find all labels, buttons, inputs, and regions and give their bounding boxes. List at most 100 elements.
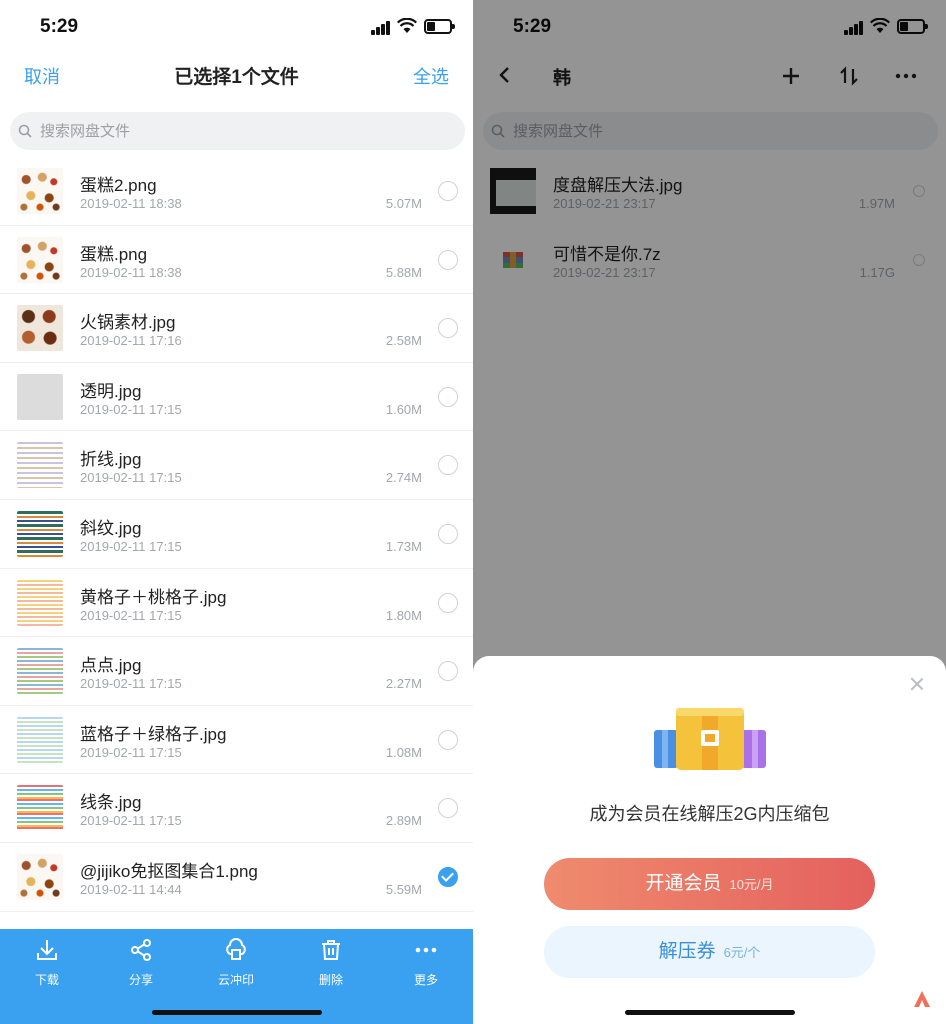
page-title: 已选择1个文件 bbox=[174, 67, 299, 88]
file-row[interactable]: 可惜不是你.7z 2019-02-21 23:17 1.17G bbox=[473, 226, 946, 295]
status-bar: 5:29 bbox=[473, 0, 946, 56]
file-size: 1.97M bbox=[858, 196, 895, 211]
file-name: 可惜不是你.7z bbox=[553, 244, 661, 264]
select-checkbox[interactable] bbox=[438, 318, 458, 339]
add-icon[interactable] bbox=[778, 63, 804, 89]
unzip-voucher-button[interactable]: 解压券 6元/个 bbox=[544, 926, 875, 978]
open-vip-button[interactable]: 开通会员 10元/月 bbox=[544, 858, 875, 910]
cloud-print-icon bbox=[226, 938, 246, 960]
battery-icon bbox=[897, 19, 928, 34]
file-thumbnail bbox=[17, 648, 63, 695]
download-label: 下载 bbox=[34, 973, 59, 987]
more-icon[interactable] bbox=[893, 63, 919, 89]
file-date: 2019-02-21 23:17 bbox=[553, 264, 656, 280]
file-size: 1.17G bbox=[859, 264, 895, 280]
more-icon bbox=[415, 947, 437, 953]
unzip-message: 成为会员在线解压2G内压缩包 bbox=[589, 804, 830, 824]
file-date: 2019-02-11 17:16 bbox=[80, 333, 182, 349]
cloud-print-label: 云冲印 bbox=[217, 973, 254, 987]
select-checkbox[interactable] bbox=[913, 253, 925, 266]
select-all-button[interactable]: 全选 bbox=[413, 63, 449, 89]
select-checkbox-checked[interactable] bbox=[438, 866, 458, 887]
file-row[interactable]: 点点.jpg 2019-02-11 17:15 2.27M bbox=[0, 637, 473, 706]
file-row[interactable]: 黄格子＋桃格子.jpg 2019-02-11 17:15 1.80M bbox=[0, 569, 473, 638]
file-row[interactable]: 折线.jpg 2019-02-11 17:15 2.74M bbox=[0, 431, 473, 500]
search-icon bbox=[491, 124, 505, 138]
share-button[interactable]: 分享 bbox=[111, 937, 171, 988]
cancel-button[interactable]: 取消 bbox=[24, 63, 60, 89]
search-input[interactable] bbox=[513, 112, 913, 150]
select-checkbox[interactable] bbox=[438, 249, 458, 270]
file-name: 度盘解压大法.jpg bbox=[553, 176, 683, 195]
select-checkbox[interactable] bbox=[438, 386, 458, 407]
unzip-voucher-label: 解压券 bbox=[658, 941, 716, 962]
file-name: 点点.jpg bbox=[80, 656, 142, 676]
file-name: 黄格子＋桃格子.jpg bbox=[80, 587, 227, 607]
file-size: 2.27M bbox=[385, 676, 422, 692]
file-thumbnail bbox=[17, 510, 63, 557]
wifi-icon bbox=[397, 18, 417, 33]
file-thumbnail bbox=[17, 785, 63, 832]
file-thumbnail bbox=[17, 373, 63, 420]
file-name: 折线.jpg bbox=[80, 450, 142, 470]
unzip-voucher-price: 6元/个 bbox=[723, 945, 761, 960]
file-date: 2019-02-11 17:15 bbox=[80, 607, 182, 623]
close-icon[interactable] bbox=[909, 676, 925, 692]
select-checkbox[interactable] bbox=[438, 661, 458, 682]
file-date: 2019-02-11 17:15 bbox=[80, 676, 182, 692]
file-row[interactable]: @jijiko免抠图集合1.png 2019-02-11 14:44 5.59M bbox=[0, 843, 473, 912]
file-thumbnail bbox=[490, 168, 536, 214]
status-time: 5:29 bbox=[40, 16, 79, 37]
cloud-print-button[interactable]: 云冲印 bbox=[206, 937, 266, 988]
file-date: 2019-02-11 17:15 bbox=[80, 538, 182, 554]
home-indicator bbox=[625, 1010, 795, 1015]
status-time: 5:29 bbox=[513, 16, 552, 37]
select-checkbox[interactable] bbox=[438, 592, 458, 613]
share-icon bbox=[131, 939, 151, 961]
file-size: 5.59M bbox=[385, 881, 422, 897]
file-row[interactable]: 透明.jpg 2019-02-11 17:15 1.60M bbox=[0, 363, 473, 432]
search-input[interactable] bbox=[40, 112, 440, 150]
file-size: 5.88M bbox=[385, 264, 422, 280]
search-icon bbox=[18, 124, 32, 138]
file-list: 蛋糕2.png 2019-02-11 18:38 5.07M 蛋糕.png 20… bbox=[0, 157, 473, 912]
file-row[interactable]: 火锅素材.jpg 2019-02-11 17:16 2.58M bbox=[0, 294, 473, 363]
back-arrow-icon[interactable] bbox=[493, 63, 517, 87]
file-thumbnail bbox=[17, 236, 63, 283]
file-row[interactable]: 度盘解压大法.jpg 2019-02-21 23:17 1.97M bbox=[473, 157, 946, 226]
delete-button[interactable]: 删除 bbox=[301, 937, 361, 988]
search-bar[interactable] bbox=[483, 112, 938, 150]
select-checkbox[interactable] bbox=[913, 185, 925, 197]
file-date: 2019-02-11 17:15 bbox=[80, 744, 182, 760]
sort-icon[interactable] bbox=[836, 63, 862, 89]
watermark-logo-icon bbox=[914, 991, 930, 1007]
file-size: 5.07M bbox=[385, 196, 422, 211]
select-checkbox[interactable] bbox=[438, 455, 458, 476]
file-row[interactable]: 蛋糕.png 2019-02-11 18:38 5.88M bbox=[0, 226, 473, 295]
select-checkbox[interactable] bbox=[438, 729, 458, 750]
file-thumbnail bbox=[17, 168, 63, 214]
file-size: 1.73M bbox=[385, 538, 422, 554]
file-row[interactable]: 斜纹.jpg 2019-02-11 17:15 1.73M bbox=[0, 500, 473, 569]
file-row[interactable]: 线条.jpg 2019-02-11 17:15 2.89M bbox=[0, 774, 473, 843]
file-date: 2019-02-21 23:17 bbox=[553, 196, 656, 211]
file-thumbnail bbox=[17, 853, 63, 900]
select-checkbox[interactable] bbox=[438, 523, 458, 544]
file-size: 2.74M bbox=[385, 470, 422, 486]
file-date: 2019-02-11 18:38 bbox=[80, 264, 182, 280]
file-row[interactable]: 蛋糕2.png 2019-02-11 18:38 5.07M bbox=[0, 157, 473, 226]
select-checkbox[interactable] bbox=[438, 181, 458, 201]
more-button[interactable]: 更多 bbox=[396, 937, 456, 988]
file-row[interactable]: 蓝格子＋绿格子.jpg 2019-02-11 17:15 1.08M bbox=[0, 706, 473, 775]
folder-screen: 5:29 韩 度盘解压大法.jpg 2019-02-21 23:17 1.97M… bbox=[473, 0, 946, 1024]
file-date: 2019-02-11 18:38 bbox=[80, 196, 182, 211]
delete-label: 删除 bbox=[318, 973, 343, 987]
search-bar[interactable] bbox=[10, 112, 465, 150]
cellular-signal-icon bbox=[371, 21, 391, 35]
zip-package-icon bbox=[654, 708, 766, 770]
open-vip-label: 开通会员 bbox=[645, 873, 722, 894]
file-name: 线条.jpg bbox=[80, 793, 142, 813]
file-thumbnail bbox=[17, 442, 63, 489]
select-checkbox[interactable] bbox=[438, 798, 458, 819]
download-button[interactable]: 下载 bbox=[17, 937, 77, 988]
